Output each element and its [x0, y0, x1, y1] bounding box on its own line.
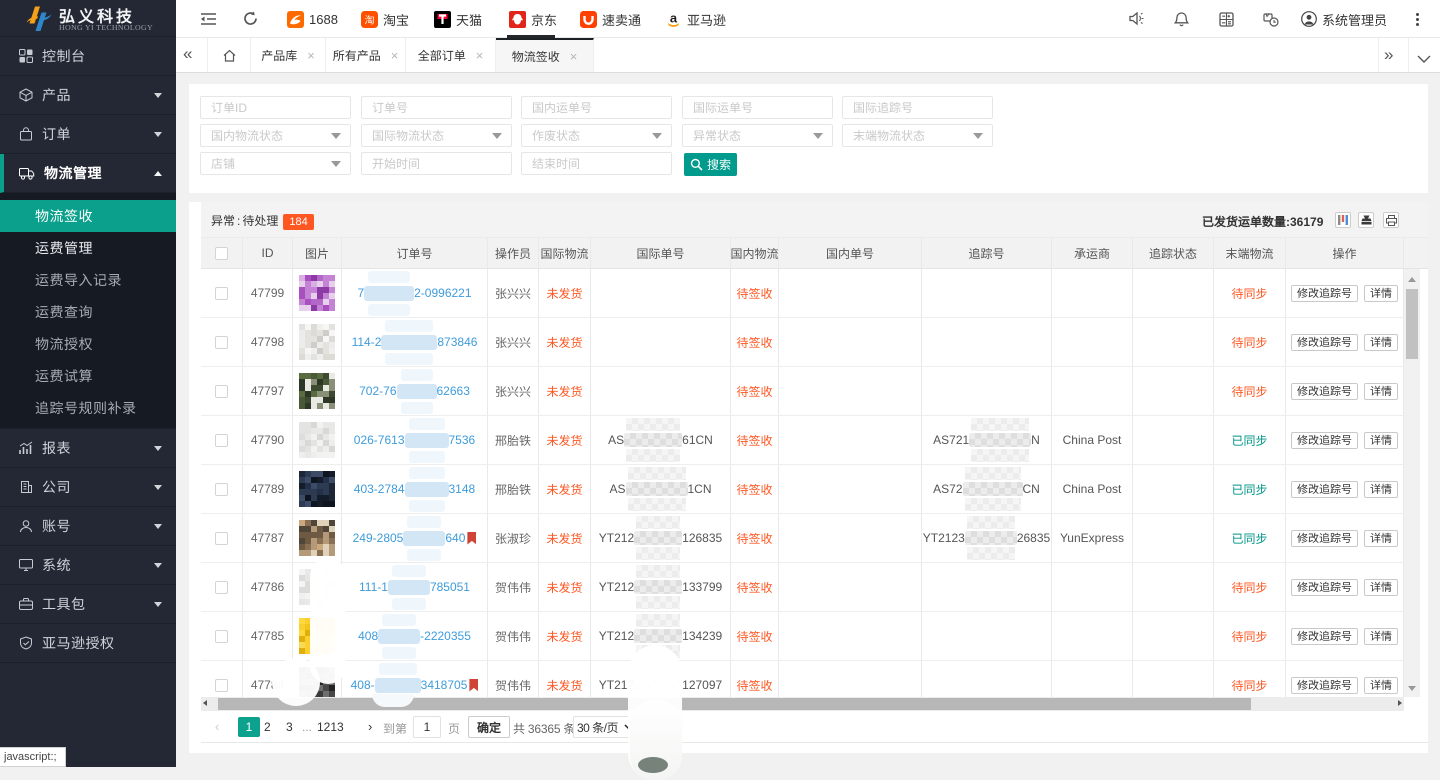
svg-text:a: a — [670, 11, 678, 26]
svg-text:淘: 淘 — [365, 11, 375, 26]
